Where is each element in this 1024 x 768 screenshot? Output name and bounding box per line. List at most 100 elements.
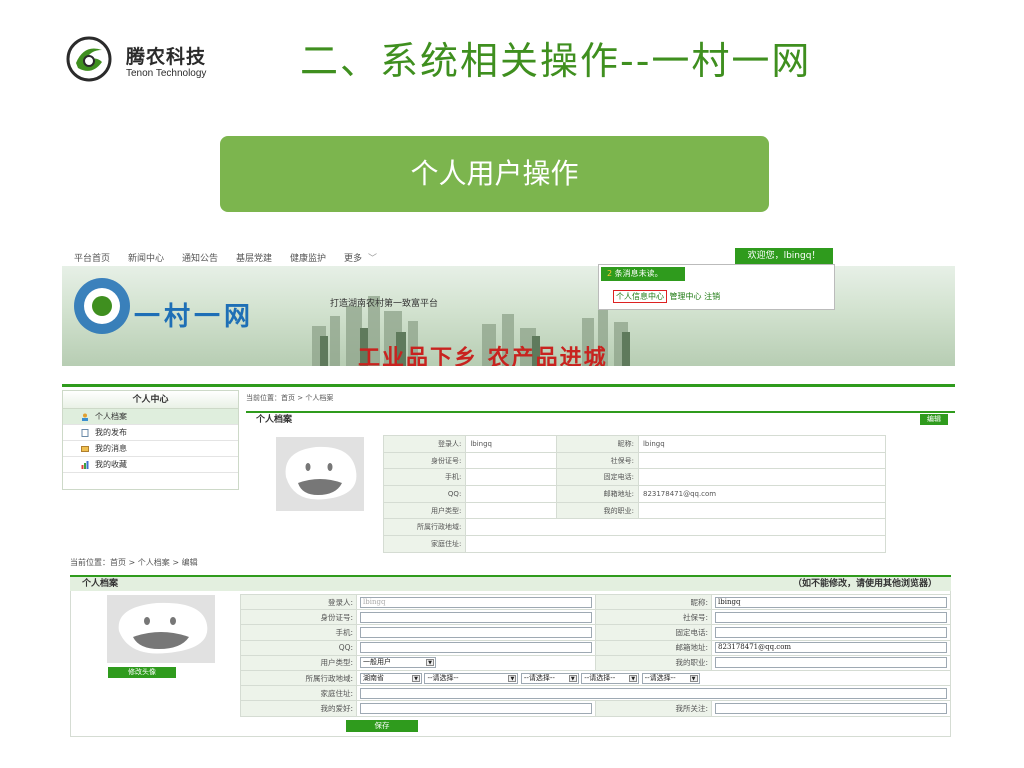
label-job: 我的职业: bbox=[555, 501, 639, 520]
value-mobile bbox=[465, 468, 557, 487]
idcard-input[interactable] bbox=[360, 611, 592, 623]
job-input[interactable] bbox=[715, 657, 947, 669]
hobby-input[interactable] bbox=[360, 702, 592, 714]
sidebar-item-posts[interactable]: 我的发布 bbox=[63, 425, 238, 441]
login-input[interactable]: lbingq bbox=[360, 596, 592, 608]
sidebar-item-messages[interactable]: 我的消息 bbox=[63, 441, 238, 457]
mobile-input[interactable] bbox=[360, 626, 592, 638]
nav-news[interactable]: 新闻中心 bbox=[128, 251, 164, 264]
document-icon bbox=[81, 429, 89, 437]
view-panel-title: 个人档案 bbox=[246, 411, 955, 427]
unread-text: 条消息未读。 bbox=[614, 269, 663, 278]
welcome-badge[interactable]: 欢迎您，lbingq！ bbox=[735, 248, 833, 264]
table-row: 登录人: lbingq 昵称: lbingq bbox=[239, 593, 951, 611]
social-input[interactable] bbox=[715, 611, 947, 623]
label-idcard: 身份证号: bbox=[239, 609, 358, 626]
label-hobby: 我的爱好: bbox=[239, 700, 358, 717]
save-button[interactable]: 保存 bbox=[346, 720, 418, 732]
label-qq: QQ: bbox=[239, 639, 358, 656]
edit-button[interactable]: 编辑 bbox=[920, 414, 948, 425]
breadcrumb: 当前位置：首页 > 个人档案 bbox=[246, 394, 334, 402]
label-nickname: 昵称: bbox=[555, 435, 639, 453]
sidebar-item-profile[interactable]: 个人档案 bbox=[63, 409, 238, 425]
sidebar-title: 个人中心 bbox=[63, 391, 238, 409]
change-avatar-button[interactable]: 修改头像 bbox=[108, 667, 176, 678]
value-email: 823178471@qq.com bbox=[637, 485, 887, 503]
nav-party[interactable]: 基层党建 bbox=[236, 251, 272, 264]
table-row: 所属行政地域: bbox=[382, 518, 886, 537]
value-job bbox=[637, 501, 887, 520]
usertype-select[interactable]: 一般用户 ▼ bbox=[360, 657, 437, 669]
nav-notice[interactable]: 通知公告 bbox=[182, 251, 218, 264]
village-select[interactable]: --请选择-- ▼ bbox=[641, 672, 700, 684]
dropdown-arrow-icon: ▼ bbox=[689, 674, 698, 682]
value-qq bbox=[465, 485, 557, 503]
nav-health[interactable]: 健康监护 bbox=[290, 251, 326, 264]
admin-center-link[interactable]: 管理中心 bbox=[670, 292, 702, 301]
slide-title: 二、系统相关操作--一村一网 bbox=[300, 39, 812, 83]
banner-slogan: 打造湖南农村第一致富平台 bbox=[330, 299, 439, 309]
label-address: 家庭住址: bbox=[239, 685, 358, 702]
label-email: 邮箱地址: bbox=[594, 639, 713, 656]
profile-view-table: 登录人: lbingq 昵称: lbingq 身份证号: 社保号: 手机: 固定… bbox=[382, 435, 887, 553]
value-login: lbingq bbox=[465, 435, 557, 453]
tenon-logo-icon bbox=[66, 36, 112, 82]
banner-logo-text: 一村一网 bbox=[134, 302, 255, 332]
qq-input[interactable] bbox=[360, 642, 592, 654]
avatar bbox=[107, 595, 215, 663]
personal-center-link[interactable]: 个人信息中心 bbox=[613, 290, 667, 303]
tenon-logo: 腾农科技 Tenon Technology bbox=[66, 36, 226, 86]
address-input[interactable] bbox=[360, 687, 947, 699]
dropdown-arrow-icon: ▼ bbox=[508, 674, 517, 682]
table-row: QQ: 邮箱地址: 823178471@qq.com bbox=[239, 639, 951, 656]
province-value: 湖南省 bbox=[363, 673, 385, 682]
nav-more[interactable]: 更多 bbox=[344, 251, 362, 264]
label-nickname: 昵称: bbox=[594, 593, 713, 611]
town-select[interactable]: --请选择-- ▼ bbox=[581, 672, 640, 684]
province-select[interactable]: 湖南省 ▼ bbox=[360, 672, 423, 684]
phone-input[interactable] bbox=[715, 626, 947, 638]
chart-icon bbox=[81, 461, 89, 469]
label-qq: QQ: bbox=[382, 485, 467, 503]
message-icon bbox=[81, 446, 89, 452]
dropdown-arrow-icon: ▼ bbox=[629, 674, 638, 682]
sidebar-item-label: 我的收藏 bbox=[95, 460, 127, 469]
table-row: 家庭住址: bbox=[382, 535, 886, 553]
logo-en-text: Tenon Technology bbox=[126, 68, 207, 79]
town-value: --请选择-- bbox=[584, 673, 616, 682]
usertype-value: 一般用户 bbox=[363, 658, 392, 667]
unread-messages[interactable]: 2 条消息未读。 bbox=[601, 267, 685, 281]
user-icon bbox=[82, 413, 88, 421]
logo-cn-text: 腾农科技 bbox=[126, 46, 207, 68]
edit-breadcrumb: 当前位置：首页 > 个人档案 > 编辑 bbox=[70, 558, 198, 567]
profile-edit-form: 登录人: lbingq 昵称: lbingq 身份证号: 社保号: 手机: 固定… bbox=[239, 593, 951, 717]
label-email: 邮箱地址: bbox=[555, 485, 639, 503]
logout-link[interactable]: 注销 bbox=[704, 292, 720, 301]
sidebar-item-favorites[interactable]: 我的收藏 bbox=[63, 457, 238, 473]
value-nickname: lbingq bbox=[637, 435, 887, 453]
label-region: 所属行政地域: bbox=[239, 669, 358, 687]
label-mobile: 手机: bbox=[239, 624, 358, 641]
value-address bbox=[465, 535, 886, 553]
follow-input[interactable] bbox=[715, 702, 947, 714]
nav-home[interactable]: 平台首页 bbox=[74, 251, 110, 264]
table-row: 身份证号: 社保号: bbox=[239, 609, 951, 626]
label-phone: 固定电话: bbox=[594, 624, 713, 641]
table-row: 手机: 固定电话: bbox=[239, 624, 951, 641]
section-button[interactable]: 个人用户操作 bbox=[220, 136, 769, 212]
village-value: --请选择-- bbox=[644, 673, 676, 682]
label-usertype: 用户类型: bbox=[382, 501, 467, 520]
email-input[interactable]: 823178471@qq.com bbox=[715, 642, 947, 654]
table-row: QQ: 邮箱地址: 823178471@qq.com bbox=[382, 485, 887, 503]
table-row: 用户类型: 一般用户 ▼ 我的职业: bbox=[239, 654, 951, 671]
city-select[interactable]: --请选择-- ▼ bbox=[424, 672, 519, 684]
table-row: 身份证号: 社保号: bbox=[382, 451, 887, 470]
sidebar-item-label: 我的消息 bbox=[95, 444, 127, 453]
value-idcard bbox=[465, 451, 557, 470]
label-login: 登录人: bbox=[382, 435, 467, 453]
divider bbox=[62, 384, 955, 387]
label-job: 我的职业: bbox=[594, 654, 713, 671]
browser-note: （如不能修改，请使用其他浏览器） bbox=[792, 579, 937, 589]
nickname-input[interactable]: lbingq bbox=[715, 596, 947, 608]
county-select[interactable]: --请选择-- ▼ bbox=[520, 672, 579, 684]
